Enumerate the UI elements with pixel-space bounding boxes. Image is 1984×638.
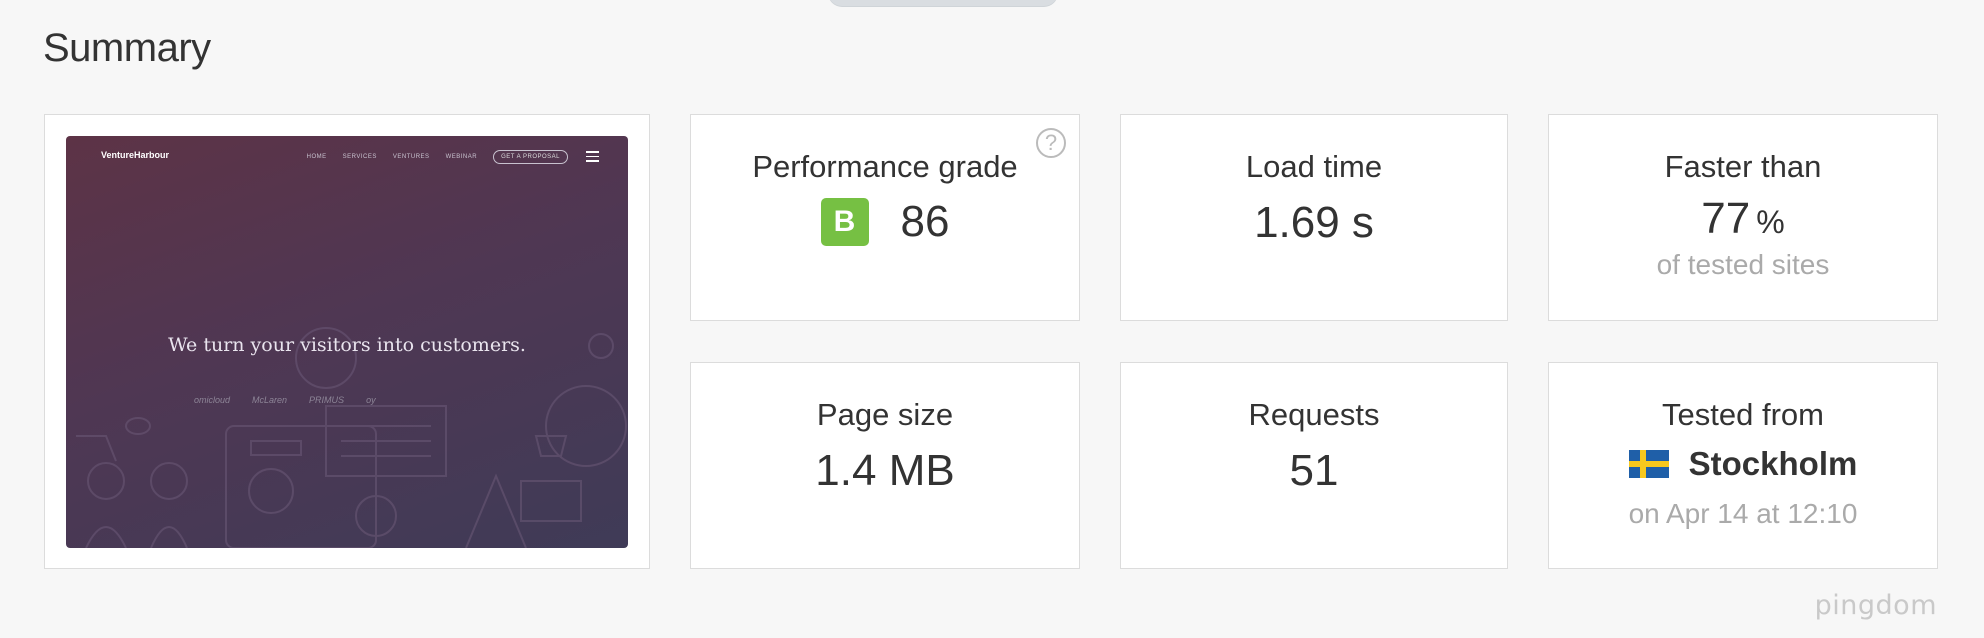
client-logo: oy	[366, 395, 376, 405]
requests-value: 51	[1289, 446, 1339, 496]
grade-badge: B	[820, 198, 869, 247]
pingdom-watermark: pingdom	[1814, 590, 1937, 621]
tested-from-card: Tested from Stockholm on Apr 14 at 12:10	[1548, 362, 1938, 569]
faster-than-subtext: of tested sites	[1656, 248, 1830, 280]
faster-than-value: 77	[1701, 194, 1751, 244]
load-time-value: 1.69 s	[1254, 198, 1374, 248]
client-logo: PRIMUS	[309, 395, 345, 405]
load-time-card: Load time 1.69 s	[1120, 114, 1508, 321]
performance-grade-card: ? Performance grade B 86	[690, 114, 1080, 321]
requests-card: Requests 51	[1120, 362, 1508, 569]
load-time-label: Load time	[1245, 149, 1383, 184]
requests-label: Requests	[1248, 397, 1380, 432]
grade-row: B 86	[691, 197, 1079, 247]
website-screenshot: VentureHarbour HOME SERVICES VENTURES WE…	[66, 136, 628, 548]
percent-unit: %	[1756, 204, 1785, 241]
top-tab-edge	[828, 0, 1058, 6]
preview-client-logos: omicloud McLaren PRIMUS oy	[194, 395, 376, 405]
preview-nav: HOME SERVICES VENTURES WEBINAR GET A PRO…	[307, 150, 568, 164]
faster-than-value-row: 77%	[1549, 193, 1937, 246]
page-title: Summary	[43, 26, 211, 70]
preview-nav-item: VENTURES	[392, 154, 430, 160]
performance-grade-label: Performance grade	[752, 149, 1018, 184]
preview-hamburger-icon	[586, 151, 599, 165]
preview-cta-button: GET A PROPOSAL	[493, 150, 568, 164]
page-size-label: Page size	[816, 397, 954, 432]
preview-nav-item: WEBINAR	[445, 154, 478, 160]
preview-logo: VentureHarbour	[101, 150, 170, 160]
website-preview-card: VentureHarbour HOME SERVICES VENTURES WE…	[44, 114, 650, 569]
client-logo: McLaren	[252, 395, 288, 405]
page-size-card: Page size 1.4 MB	[690, 362, 1080, 569]
tested-from-label: Tested from	[1662, 397, 1824, 432]
sweden-flag-icon	[1628, 450, 1669, 479]
grade-score: 86	[900, 197, 950, 247]
preview-nav-item: HOME	[306, 154, 327, 160]
faster-than-card: Faster than 77% of tested sites	[1548, 114, 1938, 321]
client-logo: omicloud	[194, 395, 231, 405]
location-row: Stockholm	[1549, 445, 1937, 483]
preview-nav-item: SERVICES	[342, 154, 377, 160]
question-circle-icon[interactable]: ?	[1036, 128, 1066, 158]
tested-from-location: Stockholm	[1688, 445, 1858, 483]
faster-than-label: Faster than	[1664, 149, 1822, 184]
page-size-value: 1.4 MB	[815, 446, 955, 496]
preview-headline: We turn your visitors into customers.	[168, 334, 526, 356]
tested-from-time: on Apr 14 at 12:10	[1628, 498, 1858, 530]
